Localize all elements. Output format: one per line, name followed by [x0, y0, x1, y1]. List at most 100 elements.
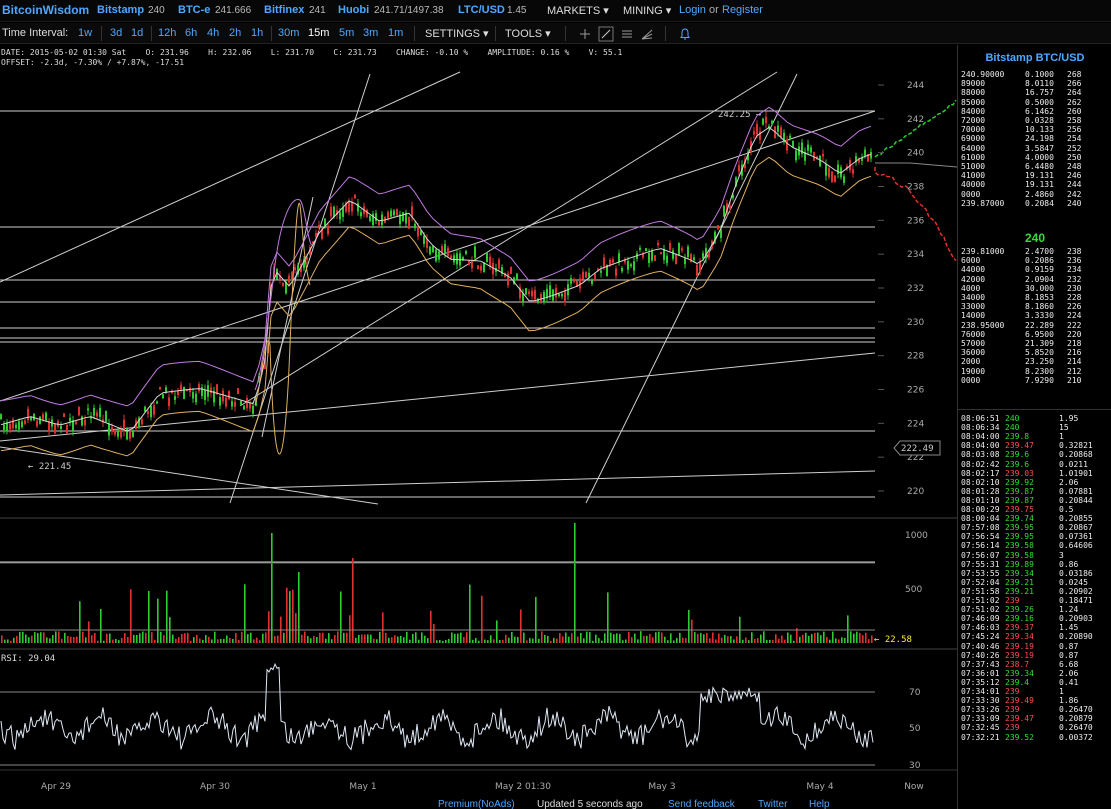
volume-bar — [277, 635, 279, 643]
interval-1m[interactable]: 1m — [388, 27, 403, 39]
horizontal-lines-icon[interactable] — [620, 27, 634, 41]
row-col-a: 07:51:58 — [961, 586, 1000, 596]
interval-3d[interactable]: 3d — [110, 27, 122, 39]
feedback-link[interactable]: Send feedback — [668, 799, 735, 809]
premium-link[interactable]: Premium(NoAds) — [438, 799, 515, 809]
volume-bar — [559, 633, 561, 643]
markets-menu[interactable]: MARKETS ▾ — [547, 4, 609, 17]
volume-bar — [862, 635, 864, 643]
candle-body — [468, 260, 470, 266]
interval-4h[interactable]: 4h — [207, 27, 219, 39]
candle-body — [396, 209, 398, 216]
date-label: Apr 29 — [41, 782, 71, 792]
price-chart[interactable]: 242.25 →← 221.45 24424224023823623423223… — [0, 45, 957, 809]
candle-body — [180, 384, 182, 390]
candle-body — [672, 250, 674, 259]
candle-body — [477, 265, 479, 270]
market-bitfinex-link[interactable]: Bitfinex — [264, 4, 304, 16]
row-col-b: 239.75 — [1005, 505, 1034, 514]
volume-bar — [829, 639, 831, 643]
help-link[interactable]: Help — [809, 799, 830, 809]
interval-1w[interactable]: 1w — [78, 27, 92, 39]
candle-body — [498, 259, 500, 269]
row-col-b: 8.2300 — [1025, 366, 1054, 376]
row-col-a: 08:00:29 — [961, 505, 1000, 514]
volume-bar — [514, 636, 516, 643]
twitter-link[interactable]: Twitter — [758, 799, 787, 809]
interval-2h[interactable]: 2h — [229, 27, 241, 39]
volume-bar — [826, 636, 828, 643]
trade-row: 08:01:10 239.87 0.20844 — [961, 496, 1111, 505]
row-col-c: 0.20867 — [1059, 523, 1093, 533]
interval-1h[interactable]: 1h — [251, 27, 263, 39]
volume-bar — [556, 638, 558, 643]
row-col-c: 232 — [1067, 274, 1082, 284]
row-col-c: 258 — [1067, 116, 1082, 125]
candle-body — [174, 396, 176, 400]
row-col-c: 252 — [1067, 143, 1082, 153]
trade-row: 07:32:21 239.52 0.00372 — [961, 733, 1111, 742]
last-price: 240 — [1024, 231, 1046, 245]
order-row: 0000 7.9290 210 — [961, 376, 1111, 386]
settings-menu[interactable]: SETTINGS ▾ — [425, 27, 489, 40]
candle-body — [105, 410, 107, 422]
rsi-tick-label: 50 — [909, 724, 921, 734]
divider — [665, 26, 666, 41]
login-link[interactable]: Login — [679, 4, 706, 16]
interval-3m[interactable]: 3m — [363, 27, 378, 39]
fan-lines-icon[interactable] — [640, 27, 654, 41]
volume-bar — [7, 639, 9, 643]
interval-6h[interactable]: 6h — [185, 27, 197, 39]
interval-30m[interactable]: 30m — [278, 27, 299, 39]
volume-bar — [466, 632, 468, 643]
volume-bar — [271, 533, 273, 643]
volume-bar — [664, 636, 666, 643]
tools-menu[interactable]: TOOLS ▾ — [505, 27, 551, 40]
row-col-a: 61000 — [961, 152, 986, 162]
interval-15m[interactable]: 15m — [308, 27, 329, 39]
bell-icon[interactable] — [678, 27, 692, 41]
market-ltcusd-link[interactable]: LTC/USD — [458, 4, 505, 16]
row-col-a: 07:45:24 — [961, 632, 1000, 642]
volume-bar — [616, 633, 618, 643]
row-col-b: 0.1000 — [1025, 70, 1054, 79]
ask-depth-line — [874, 167, 957, 262]
crosshair-icon[interactable] — [578, 27, 592, 41]
volume-bar — [34, 632, 36, 643]
market-bitstamp-link[interactable]: Bitstamp — [97, 4, 144, 16]
volume-bar — [313, 635, 315, 643]
row-col-c: 244 — [1067, 180, 1082, 190]
volume-bar — [10, 640, 12, 643]
register-link[interactable]: Register — [722, 4, 763, 16]
row-col-b: 239.37 — [1005, 623, 1034, 633]
panel-title[interactable]: Bitstamp BTC/USD — [958, 52, 1111, 64]
interval-1d[interactable]: 1d — [131, 27, 143, 39]
interval-12h[interactable]: 12h — [158, 27, 176, 39]
candle-body — [756, 123, 758, 135]
candle-body — [444, 244, 446, 254]
site-logo[interactable]: BitcoinWisdom — [2, 3, 89, 17]
candle-body — [348, 201, 350, 213]
volume-bar — [547, 635, 549, 643]
interval-5m[interactable]: 5m — [339, 27, 354, 39]
volume-tick-label: 500 — [905, 585, 922, 595]
trade-row: 07:33:30 239.49 1.86 — [961, 696, 1111, 705]
draw-line-icon[interactable] — [598, 26, 614, 42]
volume-bar — [871, 635, 873, 643]
mining-menu[interactable]: MINING ▾ — [623, 4, 671, 17]
market-btce-link[interactable]: BTC-e — [178, 4, 210, 16]
row-col-c: 230 — [1067, 283, 1082, 293]
candle-body — [453, 255, 455, 263]
candle-body — [777, 125, 779, 132]
volume-bar — [628, 631, 630, 643]
market-huobi-link[interactable]: Huobi — [338, 4, 369, 16]
volume-bar — [832, 631, 834, 643]
candle-body — [441, 245, 443, 253]
candle-body — [633, 261, 635, 271]
candle-body — [339, 212, 341, 220]
candle-body — [168, 397, 170, 407]
row-col-a: 42000 — [961, 274, 986, 284]
volume-bar — [622, 640, 624, 643]
volume-bar — [346, 632, 348, 643]
candle-body — [27, 408, 29, 421]
